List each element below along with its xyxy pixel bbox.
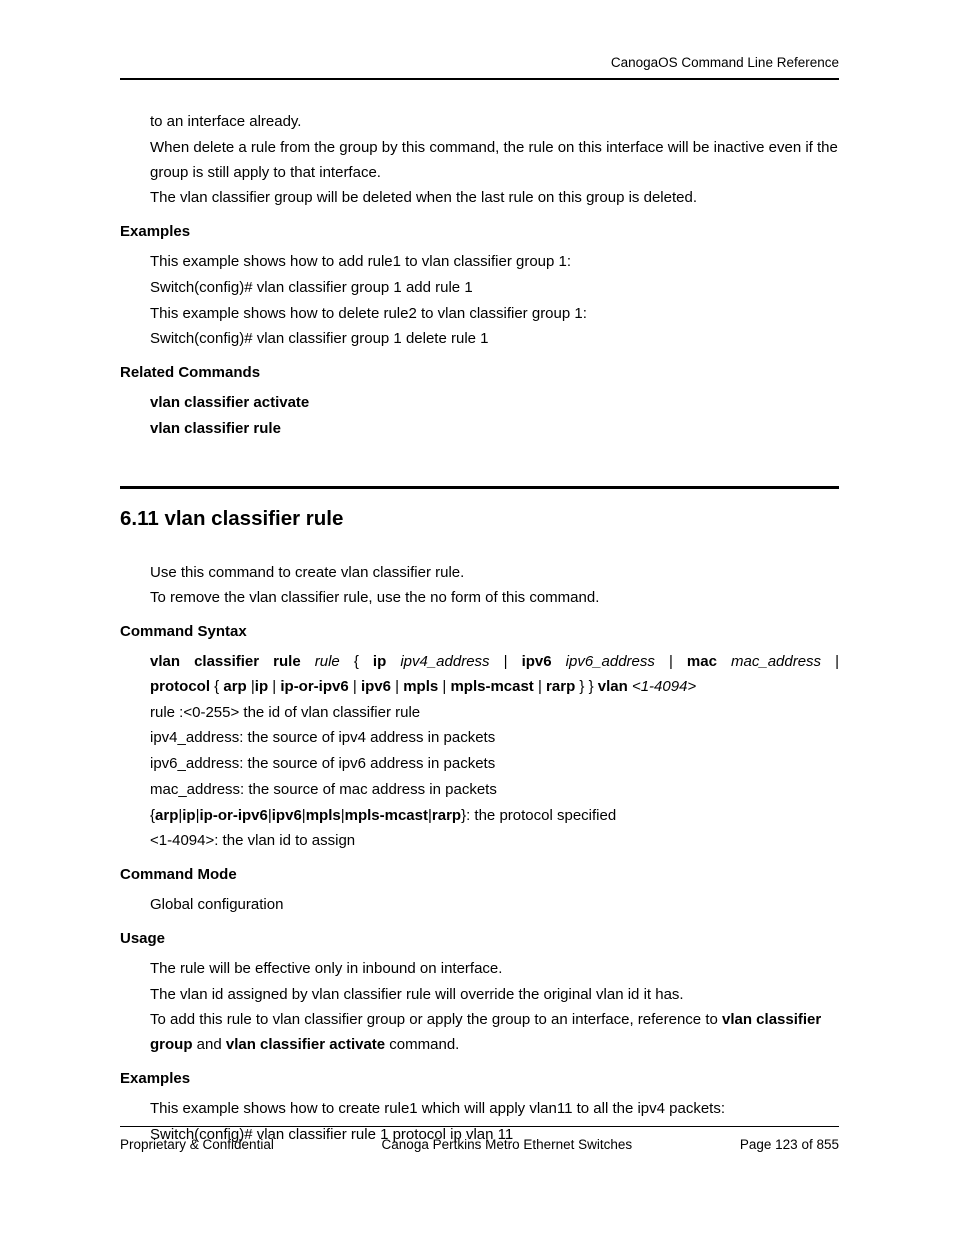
footer-row: Proprietary & Confidential Canoga Pertki…: [120, 1137, 839, 1152]
example-line: This example shows how to create rule1 w…: [150, 1097, 839, 1122]
syntax-desc: mac_address: the source of mac address i…: [150, 778, 839, 803]
usage-heading: Usage: [120, 930, 839, 947]
related-heading: Related Commands: [120, 364, 839, 381]
mode-body: Global configuration: [120, 893, 839, 918]
usage-line: To add this rule to vlan classifier grou…: [150, 1008, 839, 1058]
syntax-heading: Command Syntax: [120, 623, 839, 640]
syntax-desc: ipv4_address: the source of ipv4 address…: [150, 726, 839, 751]
usage-line: The rule will be effective only in inbou…: [150, 957, 839, 982]
syntax-line: vlan classifier rule rule { ip ipv4_addr…: [150, 650, 839, 675]
usage-line: The vlan id assigned by vlan classifier …: [150, 983, 839, 1008]
related-command: vlan classifier activate: [150, 391, 839, 416]
footer-left: Proprietary & Confidential: [120, 1137, 274, 1152]
page: CanogaOS Command Line Reference to an in…: [0, 0, 954, 1235]
header-rule: [120, 78, 839, 80]
para: The vlan classifier group will be delete…: [150, 186, 839, 211]
page-footer: Proprietary & Confidential Canoga Pertki…: [120, 1126, 839, 1152]
example-line: Switch(config)# vlan classifier group 1 …: [150, 327, 839, 352]
doc-title: CanogaOS Command Line Reference: [611, 55, 839, 70]
syntax-desc: rule :<0-255> the id of vlan classifier …: [150, 701, 839, 726]
related-body: vlan classifier activate vlan classifier…: [120, 391, 839, 442]
para: To remove the vlan classifier rule, use …: [150, 586, 839, 611]
section-title: 6.11 vlan classifier rule: [120, 507, 839, 531]
para: Use this command to create vlan classifi…: [150, 561, 839, 586]
mode-heading: Command Mode: [120, 866, 839, 883]
footer-center: Canoga Pertkins Metro Ethernet Switches: [382, 1137, 633, 1152]
section-rule: [120, 486, 839, 489]
examples-heading: Examples: [120, 223, 839, 240]
syntax-desc: <1-4094>: the vlan id to assign: [150, 829, 839, 854]
footer-right: Page 123 of 855: [740, 1137, 839, 1152]
example-line: This example shows how to add rule1 to v…: [150, 250, 839, 275]
syntax-desc: ipv6_address: the source of ipv6 address…: [150, 752, 839, 777]
syntax-desc: {arp|ip|ip-or-ipv6|ipv6|mpls|mpls-mcast|…: [150, 804, 839, 829]
mode-value: Global configuration: [150, 893, 839, 918]
footer-rule: [120, 1126, 839, 1127]
prev-body: to an interface already. When delete a r…: [120, 110, 839, 211]
examples-body: This example shows how to add rule1 to v…: [120, 250, 839, 352]
syntax-line: protocol { arp |ip | ip-or-ipv6 | ipv6 |…: [150, 675, 839, 700]
example-line: This example shows how to delete rule2 t…: [150, 302, 839, 327]
para: to an interface already.: [150, 110, 839, 135]
example-line: Switch(config)# vlan classifier group 1 …: [150, 276, 839, 301]
examples-heading: Examples: [120, 1070, 839, 1087]
syntax-body: vlan classifier rule rule { ip ipv4_addr…: [120, 650, 839, 854]
usage-body: The rule will be effective only in inbou…: [120, 957, 839, 1058]
related-command: vlan classifier rule: [150, 417, 839, 442]
page-header: CanogaOS Command Line Reference: [120, 55, 839, 78]
section-intro: Use this command to create vlan classifi…: [120, 561, 839, 612]
para: When delete a rule from the group by thi…: [150, 136, 839, 186]
